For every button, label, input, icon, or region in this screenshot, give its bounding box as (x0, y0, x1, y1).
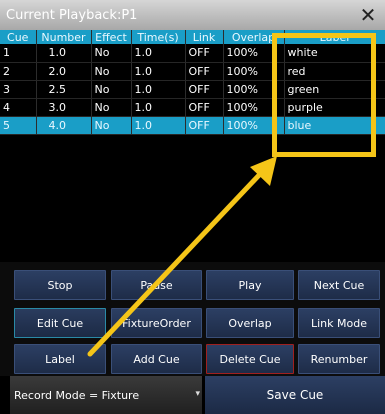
header-label[interactable]: Label (284, 30, 385, 44)
header-effect[interactable]: Effect (91, 30, 132, 44)
play-button[interactable]: Play (206, 270, 294, 300)
fixture-order-button[interactable]: FixtureOrder (111, 308, 202, 338)
cell-effect: No (91, 98, 132, 117)
header-number[interactable]: Number (36, 30, 92, 44)
cell-link: OFF (185, 44, 224, 63)
table-row[interactable]: 2 2.0 No 1.0 OFF 100% red (0, 62, 385, 81)
renumber-button[interactable]: Renumber (298, 344, 380, 374)
link-mode-button[interactable]: Link Mode (298, 308, 380, 338)
cell-link: OFF (185, 80, 224, 99)
cell-link: OFF (185, 116, 224, 135)
pause-button[interactable]: Pause (111, 270, 202, 300)
cell-number: 1.0 (36, 44, 92, 63)
cell-label: purple (284, 98, 385, 117)
title-bar: Current Playback:P1 ✕ (0, 0, 385, 30)
table-row-selected[interactable]: 5 4.0 No 1.0 OFF 100% blue (0, 116, 385, 135)
cell-cue: 3 (0, 80, 37, 99)
save-cue-button[interactable]: Save Cue (205, 376, 385, 414)
cell-number: 2.5 (36, 80, 92, 99)
record-mode-select[interactable]: Record Mode = Fixture ▾ (10, 376, 202, 414)
cell-time: 1.0 (131, 80, 186, 99)
cell-number: 2.0 (36, 62, 92, 81)
cell-label: red (284, 62, 385, 81)
cell-cue: 4 (0, 98, 37, 117)
table-row[interactable]: 1 1.0 No 1.0 OFF 100% white (0, 44, 385, 63)
table-row[interactable]: 3 2.5 No 1.0 OFF 100% green (0, 80, 385, 99)
cell-link: OFF (185, 62, 224, 81)
button-panel: Stop Pause Play Next Cue Edit Cue Fixtur… (0, 262, 385, 376)
cell-cue: 2 (0, 62, 37, 81)
close-icon[interactable]: ✕ (357, 5, 379, 25)
next-cue-button[interactable]: Next Cue (298, 270, 380, 300)
bottom-bar: Record Mode = Fixture ▾ Save Cue (0, 376, 385, 414)
cell-label: green (284, 80, 385, 99)
window-title: Current Playback:P1 (6, 7, 138, 23)
cell-cue: 5 (0, 116, 37, 135)
cell-time: 1.0 (131, 44, 186, 63)
header-link[interactable]: Link (185, 30, 224, 44)
cell-effect: No (91, 44, 132, 63)
cell-effect: No (91, 80, 132, 99)
cell-number: 3.0 (36, 98, 92, 117)
cell-overlap: 100% (223, 80, 285, 99)
label-button[interactable]: Label (14, 344, 106, 374)
add-cue-button[interactable]: Add Cue (111, 344, 202, 374)
record-mode-value: Record Mode = Fixture (14, 388, 140, 402)
cell-overlap: 100% (223, 62, 285, 81)
cue-table: Cue Number Effect Time(s) Link Overlap L… (0, 30, 385, 135)
cell-time: 1.0 (131, 116, 186, 135)
cell-link: OFF (185, 98, 224, 117)
header-time[interactable]: Time(s) (131, 30, 186, 44)
cell-cue: 1 (0, 44, 37, 63)
cell-effect: No (91, 62, 132, 81)
cue-list: Cue Number Effect Time(s) Link Overlap L… (0, 30, 385, 262)
table-header-row: Cue Number Effect Time(s) Link Overlap L… (0, 30, 385, 44)
cell-effect: No (91, 116, 132, 135)
edit-cue-button[interactable]: Edit Cue (14, 308, 106, 338)
table-row[interactable]: 4 3.0 No 1.0 OFF 100% purple (0, 98, 385, 117)
cell-overlap: 100% (223, 116, 285, 135)
cell-label: white (284, 44, 385, 63)
cell-overlap: 100% (223, 44, 285, 63)
cell-overlap: 100% (223, 98, 285, 117)
cell-label: blue (284, 116, 385, 135)
cell-time: 1.0 (131, 62, 186, 81)
header-cue[interactable]: Cue (0, 30, 37, 44)
header-overlap[interactable]: Overlap (223, 30, 285, 44)
dropdown-arrow-icon: ▾ (195, 389, 200, 399)
overlap-button[interactable]: Overlap (206, 308, 294, 338)
cell-time: 1.0 (131, 98, 186, 117)
delete-cue-button[interactable]: Delete Cue (206, 344, 294, 374)
cell-number: 4.0 (36, 116, 92, 135)
stop-button[interactable]: Stop (14, 270, 106, 300)
